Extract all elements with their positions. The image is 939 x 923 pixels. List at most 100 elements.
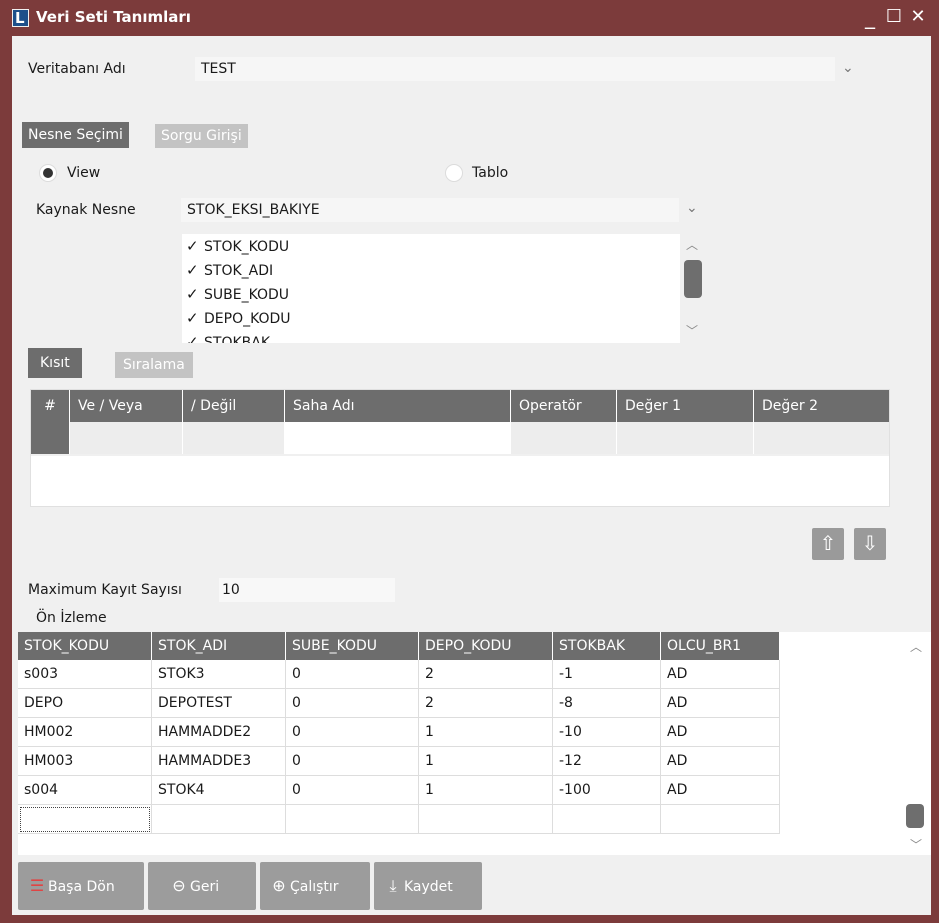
preview-cell[interactable]: 1 xyxy=(419,718,553,747)
minimize-icon[interactable]: _ xyxy=(860,4,880,30)
new-row-cell[interactable] xyxy=(419,805,553,834)
preview-row[interactable]: HM003 HAMMADDE3 0 1 -12 AD xyxy=(18,747,780,776)
preview-row[interactable]: HM002 HAMMADDE2 0 1 -10 AD xyxy=(18,718,780,747)
preview-scrollbar[interactable] xyxy=(906,804,924,828)
field-item[interactable]: ✓ STOK_KODU xyxy=(186,234,289,258)
value2-cell[interactable] xyxy=(754,422,889,454)
new-row-cell[interactable] xyxy=(553,805,661,834)
table-radio[interactable] xyxy=(445,164,463,182)
tab-kisit[interactable]: Kısıt xyxy=(28,348,82,378)
preview-cell[interactable]: HAMMADDE2 xyxy=(152,718,286,747)
preview-cell[interactable]: HAMMADDE3 xyxy=(152,747,286,776)
preview-cell[interactable]: DEPO xyxy=(18,689,152,718)
new-row-cell[interactable] xyxy=(152,805,286,834)
preview-cell[interactable]: 2 xyxy=(419,660,553,689)
preview-cell[interactable]: DEPOTEST xyxy=(152,689,286,718)
preview-cell[interactable]: 0 xyxy=(286,747,419,776)
preview-cell[interactable]: s004 xyxy=(18,776,152,805)
preview-cell[interactable]: HM003 xyxy=(18,747,152,776)
constraint-col-header: Değer 2 xyxy=(754,390,889,422)
tab-nesne-secimi[interactable]: Nesne Seçimi xyxy=(22,122,129,148)
maximize-icon[interactable]: ☐ xyxy=(884,4,904,30)
save-button[interactable]: ⤓ Kaydet xyxy=(374,862,482,910)
tab-sorgu-girisi[interactable]: Sorgu Girişi xyxy=(155,124,248,148)
preview-cell[interactable]: -8 xyxy=(553,689,661,718)
source-object-select[interactable]: STOK_EKSI_BAKIYE xyxy=(180,197,680,223)
home-button[interactable]: ☰ Başa Dön xyxy=(18,862,144,910)
checkmark-icon: ✓ xyxy=(186,309,199,327)
chevron-down-icon[interactable]: ⌄ xyxy=(686,200,698,216)
checkmark-icon: ✓ xyxy=(186,261,199,279)
preview-cell[interactable]: 2 xyxy=(419,689,553,718)
constraint-col-header: Ve / Veya xyxy=(70,390,183,422)
max-records-input[interactable]: 10 xyxy=(218,577,396,603)
preview-cell[interactable]: AD xyxy=(661,660,780,689)
scroll-down-icon[interactable]: ﹀ xyxy=(910,836,922,853)
preview-label: Ön İzleme xyxy=(36,610,107,626)
preview-cell[interactable]: -1 xyxy=(553,660,661,689)
database-select[interactable]: TEST xyxy=(194,56,836,82)
app-logo-letter: L xyxy=(15,9,25,27)
preview-cell[interactable]: STOK3 xyxy=(152,660,286,689)
constraint-col-header: Operatör xyxy=(511,390,617,422)
preview-row[interactable]: s003 STOK3 0 2 -1 AD xyxy=(18,660,780,689)
back-button-label: Geri xyxy=(190,879,220,895)
field-item[interactable]: ✓ STOK_ADI xyxy=(186,258,273,282)
preview-row[interactable]: DEPO DEPOTEST 0 2 -8 AD xyxy=(18,689,780,718)
field-item-label: STOKBAK xyxy=(204,335,271,343)
scroll-up-icon[interactable]: ︿ xyxy=(686,236,698,253)
save-button-label: Kaydet xyxy=(404,879,453,895)
preview-cell[interactable]: HM002 xyxy=(18,718,152,747)
move-up-icon[interactable]: ⇧ xyxy=(812,528,844,560)
new-row-cell[interactable] xyxy=(18,805,152,834)
and-or-cell[interactable] xyxy=(70,422,183,454)
arrow-right-circle-icon: ⊕ xyxy=(272,876,286,895)
not-cell[interactable] xyxy=(183,422,285,454)
preview-cell[interactable]: AD xyxy=(661,718,780,747)
run-button[interactable]: ⊕ Çalıştır xyxy=(260,862,370,910)
field-item[interactable]: ✓ SUBE_KODU xyxy=(186,282,289,306)
database-label: Veritabanı Adı xyxy=(28,61,126,77)
preview-grid: STOK_KODU STOK_ADI SUBE_KODU DEPO_KODU S… xyxy=(18,632,931,855)
preview-cell[interactable]: AD xyxy=(661,689,780,718)
scroll-down-icon[interactable]: ﹀ xyxy=(686,322,698,339)
preview-cell[interactable]: s003 xyxy=(18,660,152,689)
preview-cell[interactable]: STOK4 xyxy=(152,776,286,805)
row-selector[interactable] xyxy=(31,422,70,454)
field-name-cell[interactable] xyxy=(285,422,511,454)
field-list-scrollbar[interactable] xyxy=(684,260,702,298)
preview-cell[interactable]: AD xyxy=(661,747,780,776)
scroll-up-icon[interactable]: ︿ xyxy=(910,638,922,655)
view-radio[interactable] xyxy=(39,164,57,182)
tab-siralama[interactable]: Sıralama xyxy=(115,352,193,378)
close-icon[interactable]: ✕ xyxy=(908,4,928,30)
back-button[interactable]: ⊖ Geri xyxy=(148,862,256,910)
preview-cell[interactable]: 1 xyxy=(419,776,553,805)
field-item[interactable]: ✓ DEPO_KODU xyxy=(186,306,291,330)
preview-cell[interactable]: 0 xyxy=(286,776,419,805)
preview-col-header: STOK_KODU xyxy=(18,632,152,660)
preview-cell[interactable]: -100 xyxy=(553,776,661,805)
app-window: L Veri Seti Tanımları _ ☐ ✕ Veritabanı A… xyxy=(0,0,939,923)
preview-cell[interactable]: -10 xyxy=(553,718,661,747)
preview-cell[interactable]: 0 xyxy=(286,689,419,718)
constraint-grid-empty-area xyxy=(31,456,889,506)
constraint-row[interactable] xyxy=(31,422,889,454)
preview-cell[interactable]: 0 xyxy=(286,718,419,747)
field-item[interactable]: ✓ STOKBAK xyxy=(186,330,270,343)
operator-cell[interactable] xyxy=(511,422,617,454)
chevron-down-icon[interactable]: ⌄ xyxy=(842,60,854,76)
move-down-icon[interactable]: ⇩ xyxy=(854,528,886,560)
preview-row[interactable]: s004 STOK4 0 1 -100 AD xyxy=(18,776,780,805)
preview-cell[interactable]: 1 xyxy=(419,747,553,776)
download-icon: ⤓ xyxy=(389,876,397,895)
new-row-cell[interactable] xyxy=(661,805,780,834)
constraint-col-header: / Değil xyxy=(183,390,285,422)
preview-cell[interactable]: AD xyxy=(661,776,780,805)
preview-new-row[interactable] xyxy=(18,805,780,834)
value1-cell[interactable] xyxy=(617,422,754,454)
preview-col-header: STOK_ADI xyxy=(152,632,286,660)
preview-cell[interactable]: 0 xyxy=(286,660,419,689)
new-row-cell[interactable] xyxy=(286,805,419,834)
preview-cell[interactable]: -12 xyxy=(553,747,661,776)
